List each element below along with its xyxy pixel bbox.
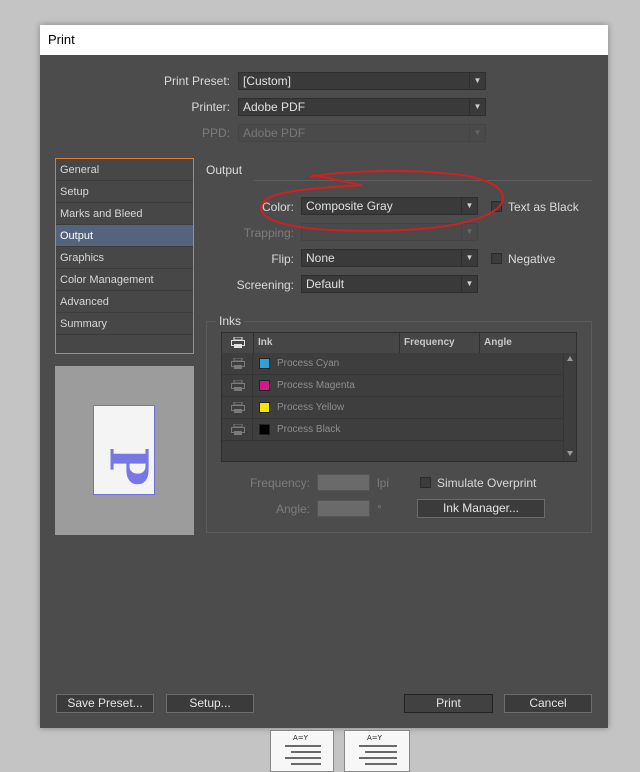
red-circle-annotation [260,169,505,232]
print-dialog: Print Print Preset: [Custom] ▼ Printer: … [40,25,608,728]
thumbnail-line [359,745,397,747]
thumbnail-label: A=Y [293,734,308,742]
thumbnail-line [359,757,397,759]
thumbnail-line [285,745,321,747]
thumbnail-line [285,757,321,759]
thumbnail-line [365,763,397,765]
page-thumbnail-1[interactable]: A=Y [270,730,334,772]
thumbnail-line [291,763,321,765]
page-thumbnail-2[interactable]: A=Y [344,730,410,772]
thumbnail-line [365,751,397,753]
thumbnail-label: A=Y [367,734,382,742]
thumbnail-line [291,751,321,753]
